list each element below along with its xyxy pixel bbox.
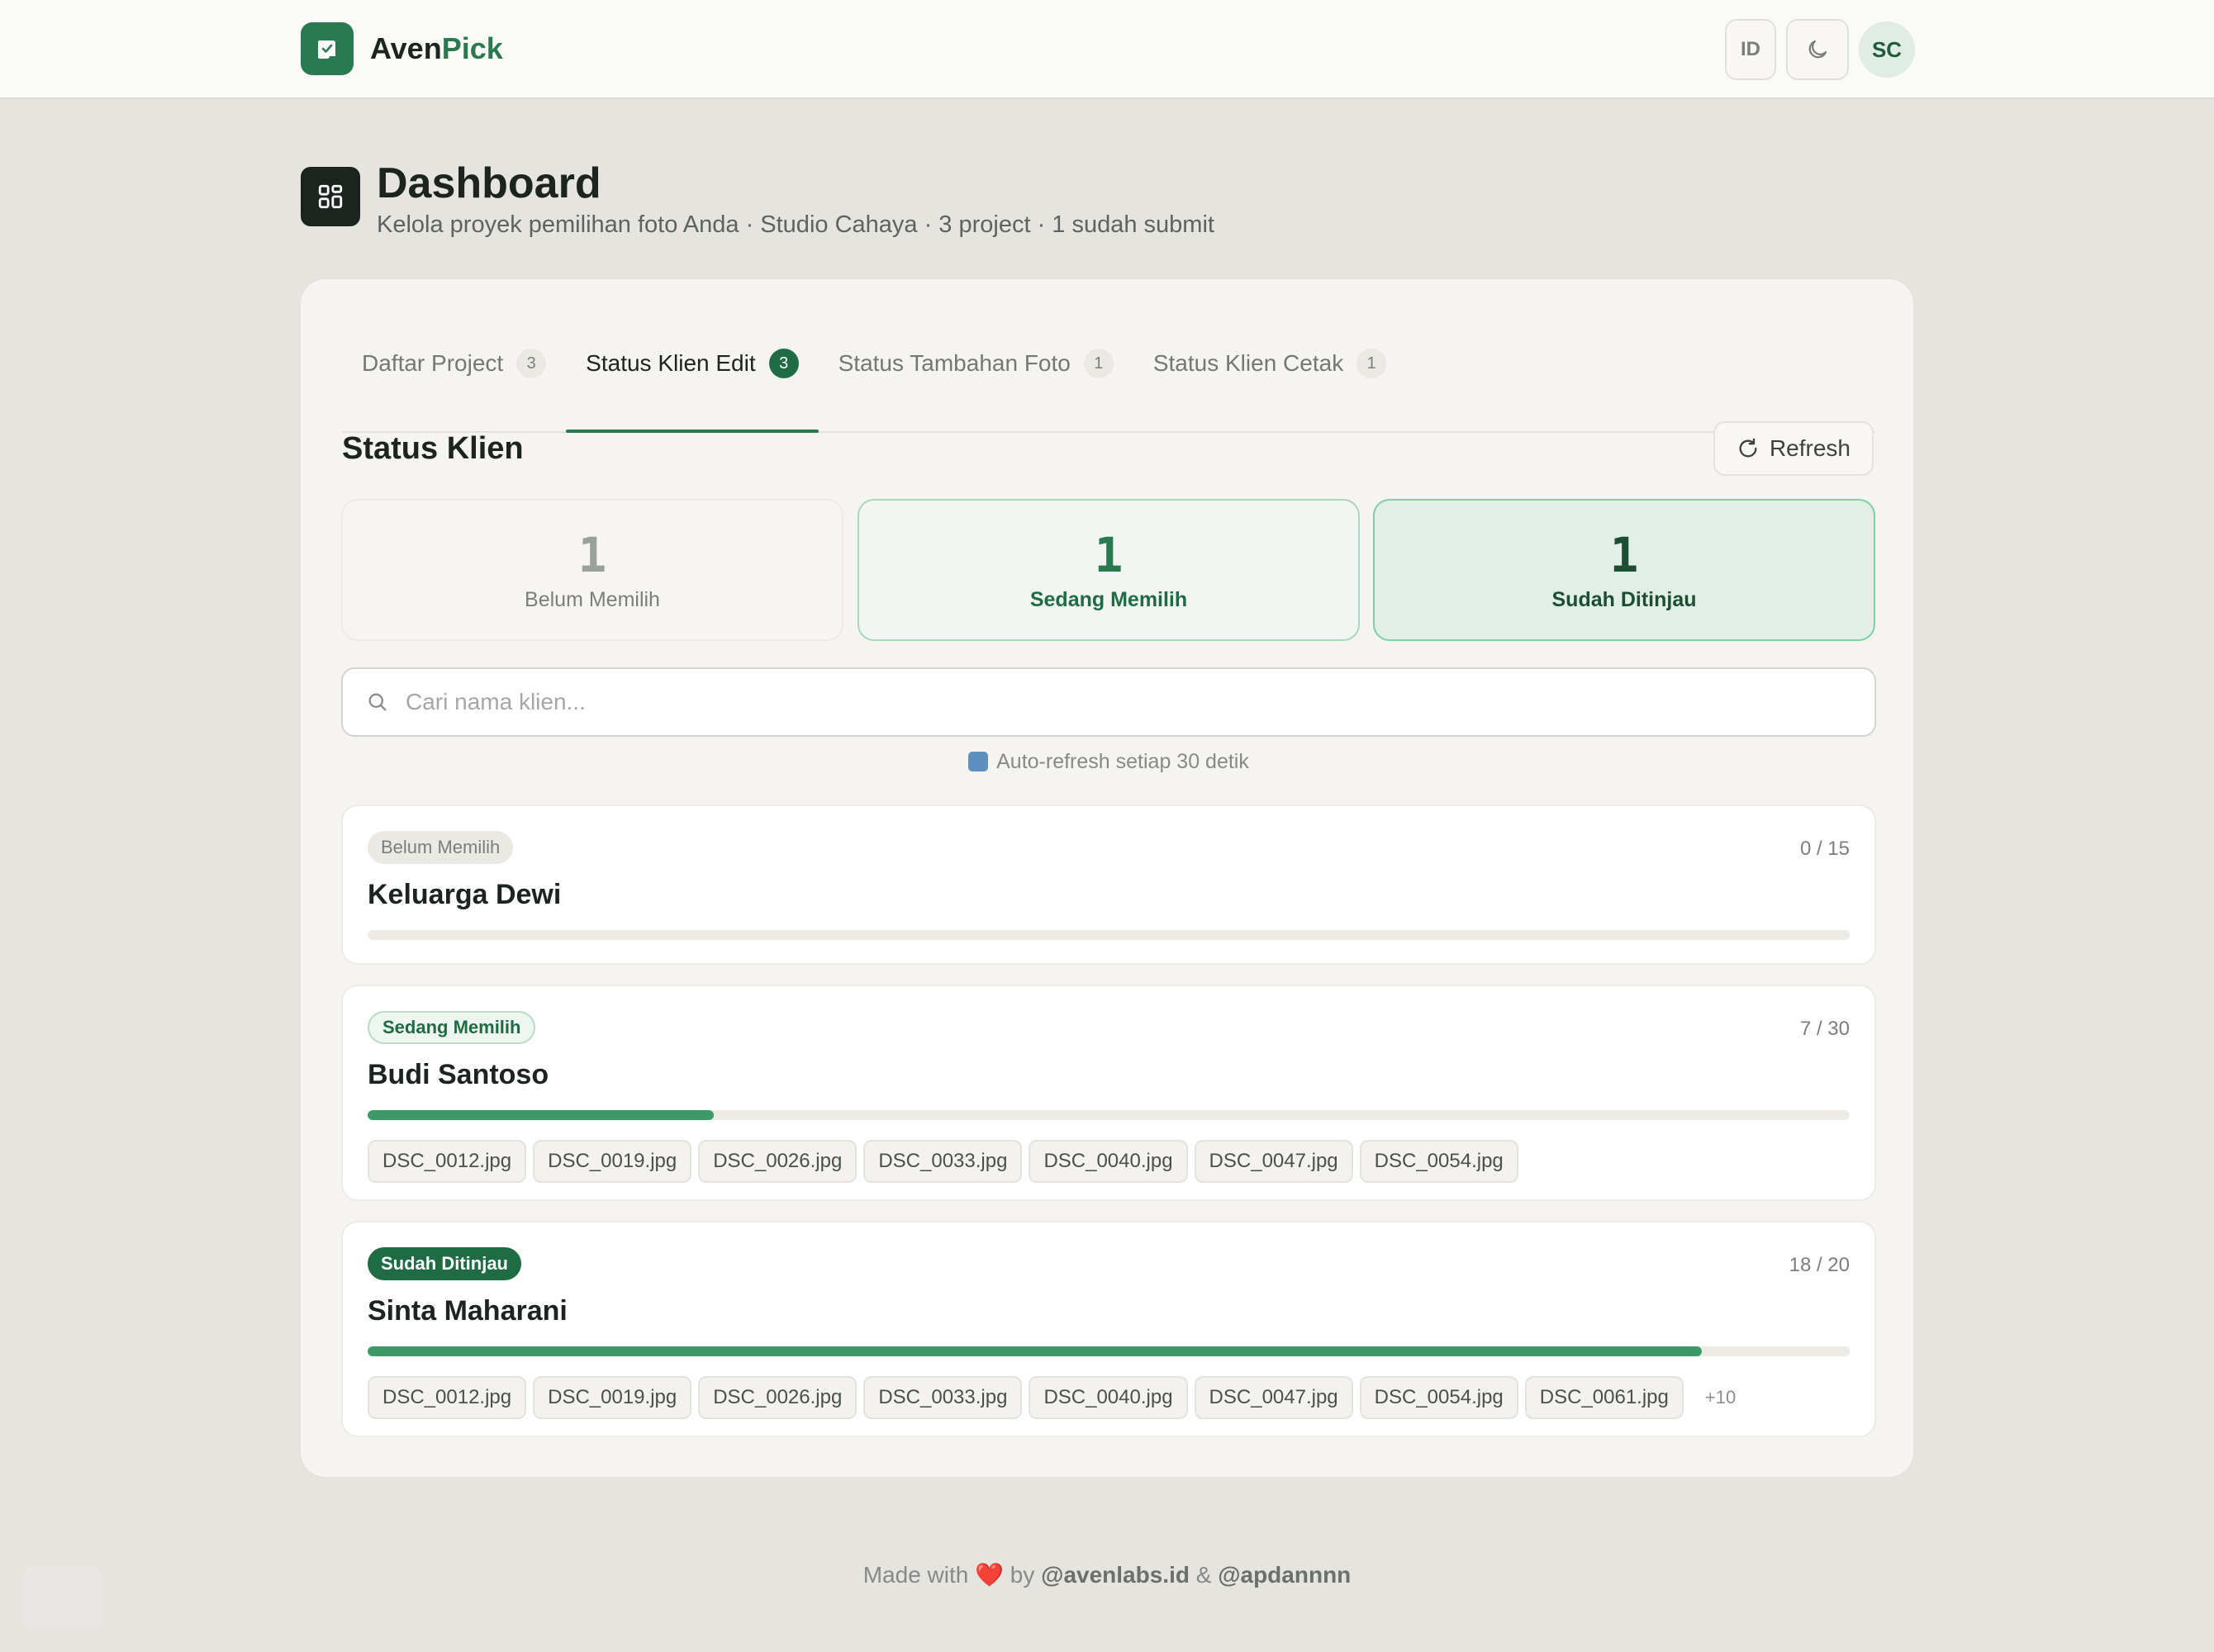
client-name: Sinta Maharani bbox=[368, 1295, 568, 1327]
file-chip[interactable]: DSC_0033.jpg bbox=[863, 1376, 1023, 1419]
author-link-apdannnn[interactable]: @apdannnn bbox=[1218, 1562, 1351, 1588]
file-chip[interactable]: DSC_0033.jpg bbox=[863, 1140, 1023, 1183]
client-card[interactable]: Belum Memilih 0 / 15 Keluarga Dewi bbox=[341, 805, 1876, 965]
moon-icon bbox=[1808, 40, 1827, 59]
tab-count-badge: 1 bbox=[1356, 349, 1387, 378]
refresh-icon bbox=[1739, 438, 1757, 458]
tab-daftar-project[interactable]: Daftar Project 3 bbox=[342, 322, 566, 431]
file-chip[interactable]: DSC_0061.jpg bbox=[1524, 1376, 1684, 1419]
search-box bbox=[341, 667, 1876, 737]
client-name: Budi Santoso bbox=[368, 1059, 549, 1090]
progress-bar bbox=[368, 930, 1850, 940]
file-list: DSC_0012.jpg DSC_0019.jpg DSC_0026.jpg D… bbox=[368, 1376, 1736, 1419]
page-header: Dashboard Kelola proyek pemilihan foto A… bbox=[301, 160, 1214, 239]
stat-belum-memilih[interactable]: 1 Belum Memilih bbox=[341, 499, 843, 641]
auto-refresh-note: Auto-refresh setiap 30 detik bbox=[301, 750, 1917, 774]
tab-status-klien-cetak[interactable]: Status Klien Cetak 1 bbox=[1133, 322, 1406, 431]
more-files-count[interactable]: +10 bbox=[1705, 1387, 1736, 1408]
top-bar: AvenPick ID SC bbox=[0, 0, 2214, 99]
file-chip[interactable]: DSC_0047.jpg bbox=[1194, 1376, 1353, 1419]
footer-by: by bbox=[1010, 1562, 1035, 1588]
file-list: DSC_0012.jpg DSC_0019.jpg DSC_0026.jpg D… bbox=[368, 1140, 1518, 1183]
floating-widget[interactable] bbox=[23, 1566, 102, 1629]
page-subtitle: Kelola proyek pemilihan foto Anda · Stud… bbox=[377, 211, 1214, 238]
tab-bar: Daftar Project 3 Status Klien Edit 3 Sta… bbox=[342, 322, 1875, 433]
tab-label: Daftar Project bbox=[362, 350, 504, 376]
brand-name-first: Aven bbox=[370, 31, 442, 65]
brand[interactable]: AvenPick bbox=[301, 22, 503, 75]
refresh-button[interactable]: Refresh bbox=[1713, 421, 1874, 476]
tab-label: Status Klien Cetak bbox=[1152, 350, 1344, 376]
stat-value: 1 bbox=[577, 526, 607, 583]
file-chip[interactable]: DSC_0019.jpg bbox=[533, 1140, 692, 1183]
app-logo-icon bbox=[301, 22, 354, 75]
file-chip[interactable]: DSC_0026.jpg bbox=[698, 1140, 858, 1183]
file-chip[interactable]: DSC_0012.jpg bbox=[368, 1376, 527, 1419]
stat-label: Sudah Ditinjau bbox=[1551, 587, 1697, 611]
stat-label: Sedang Memilih bbox=[1029, 587, 1188, 611]
page-title: Dashboard bbox=[377, 159, 601, 207]
file-chip[interactable]: DSC_0019.jpg bbox=[533, 1376, 692, 1419]
stat-sedang-memilih[interactable]: 1 Sedang Memilih bbox=[858, 499, 1360, 641]
brand-name-second: Pick bbox=[441, 31, 503, 65]
user-avatar[interactable]: SC bbox=[1859, 21, 1915, 78]
refresh-label: Refresh bbox=[1769, 435, 1851, 461]
file-chip[interactable]: DSC_0040.jpg bbox=[1029, 1140, 1188, 1183]
file-chip[interactable]: DSC_0040.jpg bbox=[1029, 1376, 1188, 1419]
file-chip[interactable]: DSC_0054.jpg bbox=[1359, 1140, 1518, 1183]
theme-toggle-button[interactable] bbox=[1786, 19, 1849, 80]
section-title: Status Klien bbox=[342, 431, 524, 466]
client-card[interactable]: Sedang Memilih 7 / 30 Budi Santoso DSC_0… bbox=[341, 985, 1876, 1201]
language-button[interactable]: ID bbox=[1725, 19, 1776, 80]
stat-label: Belum Memilih bbox=[525, 587, 660, 611]
brand-name: AvenPick bbox=[370, 31, 503, 66]
dashboard-icon bbox=[301, 167, 360, 226]
tab-status-klien-edit[interactable]: Status Klien Edit 3 bbox=[566, 322, 820, 433]
tab-label: Status Tambahan Foto bbox=[838, 350, 1071, 376]
tab-label: Status Klien Edit bbox=[586, 350, 756, 376]
stat-value: 1 bbox=[1609, 526, 1639, 583]
client-card[interactable]: Sudah Ditinjau 18 / 20 Sinta Maharani DS… bbox=[341, 1221, 1876, 1437]
progress-fill bbox=[368, 1346, 1702, 1356]
tab-count-badge: 3 bbox=[516, 349, 547, 378]
search-input[interactable] bbox=[406, 689, 1810, 715]
top-actions: ID SC bbox=[1725, 19, 1915, 80]
heart-icon: ❤️ bbox=[975, 1562, 1004, 1588]
status-badge: Belum Memilih bbox=[368, 831, 514, 864]
status-badge: Sudah Ditinjau bbox=[368, 1247, 521, 1280]
footer: Made with ❤️ by @avenlabs.id & @apdannnn bbox=[0, 1561, 2214, 1588]
author-link-avenlabs[interactable]: @avenlabs.id bbox=[1041, 1562, 1190, 1588]
file-chip[interactable]: DSC_0054.jpg bbox=[1359, 1376, 1518, 1419]
file-chip[interactable]: DSC_0026.jpg bbox=[698, 1376, 858, 1419]
file-chip[interactable]: DSC_0047.jpg bbox=[1194, 1140, 1353, 1183]
tab-count-badge: 3 bbox=[768, 349, 799, 378]
client-name: Keluarga Dewi bbox=[368, 879, 562, 910]
progress-fill bbox=[368, 1110, 714, 1120]
progress-bar bbox=[368, 1110, 1850, 1120]
footer-made-with: Made with bbox=[862, 1562, 969, 1588]
stat-value: 1 bbox=[1094, 526, 1124, 583]
tab-status-tambahan-foto[interactable]: Status Tambahan Foto 1 bbox=[819, 322, 1133, 431]
selection-count: 7 / 30 bbox=[1799, 1018, 1850, 1040]
footer-amp: & bbox=[1195, 1562, 1212, 1588]
auto-refresh-icon bbox=[968, 752, 989, 771]
stat-sudah-ditinjau[interactable]: 1 Sudah Ditinjau bbox=[1373, 499, 1875, 641]
selection-count: 0 / 15 bbox=[1799, 838, 1850, 860]
selection-count: 18 / 20 bbox=[1789, 1254, 1850, 1276]
search-icon bbox=[368, 693, 387, 711]
file-chip[interactable]: DSC_0012.jpg bbox=[368, 1140, 527, 1183]
tab-count-badge: 1 bbox=[1083, 349, 1114, 378]
main-card: Daftar Project 3 Status Klien Edit 3 Sta… bbox=[299, 278, 1915, 1479]
progress-bar bbox=[368, 1346, 1850, 1356]
auto-refresh-text: Auto-refresh setiap 30 detik bbox=[996, 750, 1249, 773]
status-badge: Sedang Memilih bbox=[368, 1011, 536, 1044]
